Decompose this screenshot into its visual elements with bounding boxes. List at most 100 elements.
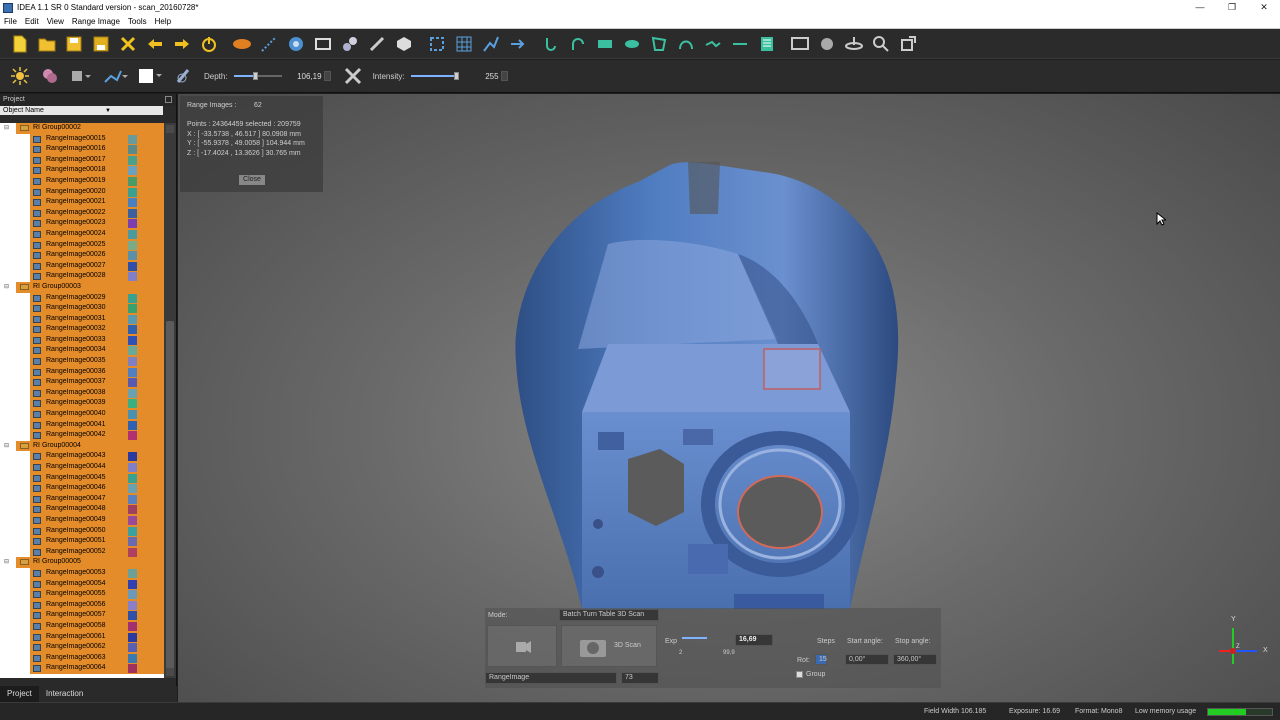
color-swatch[interactable] [128,304,137,314]
stop-angle-field[interactable]: 360,00° [893,654,937,665]
tree-item[interactable]: RangeImage00061 [0,631,164,643]
intensity-spinner[interactable] [500,71,508,81]
power-icon[interactable] [199,34,219,54]
tree-item[interactable]: RangeImage00021 [0,197,164,208]
steps-field[interactable]: 15 [815,654,827,665]
mode-select[interactable]: Batch Turn Table 3D Scan [559,609,659,621]
tree-item[interactable]: RangeImage00049 [0,514,164,526]
fit-view-icon[interactable] [898,34,918,54]
shading-icon[interactable] [40,66,60,86]
tree-item[interactable]: RangeImage00051 [0,536,164,547]
curve-hook-icon[interactable] [541,34,561,54]
new-file-icon[interactable] [10,34,30,54]
color-swatch[interactable] [128,187,137,197]
color-swatch[interactable] [128,452,137,462]
freeform-icon[interactable] [676,34,696,54]
tools-icon[interactable] [367,34,387,54]
tree-item[interactable]: RangeImage00050 [0,525,164,537]
zoom-icon[interactable] [871,34,891,54]
video-button[interactable] [487,625,557,667]
curve-arc-icon[interactable] [568,34,588,54]
tree-item[interactable]: RangeImage00036 [0,366,164,378]
tree-item[interactable]: RangeImage00026 [0,250,164,261]
color-swatch[interactable] [128,494,137,504]
tree-item[interactable]: RangeImage00016 [0,144,164,155]
color-swatch[interactable] [128,166,137,176]
color-swatch[interactable] [128,473,137,483]
tree-item[interactable]: RangeImage00054 [0,578,164,590]
tab-project[interactable]: Project [0,686,39,702]
tree-item[interactable]: RangeImage00038 [0,387,164,399]
target-number-field[interactable]: 73 [621,672,659,684]
tree-item[interactable]: RangeImage00020 [0,186,164,198]
intensity-value[interactable]: 255 [467,72,498,81]
group-checkbox[interactable] [796,671,803,678]
color-swatch[interactable] [128,526,137,536]
menu-view[interactable]: View [43,17,68,26]
menu-tools[interactable]: Tools [124,17,151,26]
screen-icon[interactable] [790,34,810,54]
exposure-field[interactable]: 16,69 [735,634,773,646]
scroll-thumb[interactable] [166,321,174,671]
save-as-icon[interactable] [91,34,111,54]
color-swatch[interactable] [128,621,137,631]
scan-object-icon[interactable] [232,34,252,54]
tree-item[interactable]: RangeImage00022 [0,207,164,219]
color-swatch[interactable] [128,251,137,261]
info-close-button[interactable]: Close [239,175,265,185]
tree-item[interactable]: RangeImage00032 [0,324,164,335]
color-swatch[interactable] [128,145,137,155]
color-swatch[interactable] [128,229,137,239]
color-swatch[interactable] [128,463,137,472]
tree-item[interactable]: RangeImage00028 [0,271,164,282]
color-swatch[interactable] [128,611,137,621]
color-swatch[interactable] [128,325,137,335]
tree-item[interactable]: RangeImage00044 [0,462,164,473]
depth-spinner[interactable] [323,71,331,81]
color-swatch[interactable] [128,198,137,208]
tree-item[interactable]: RangeImage00064 [0,663,164,674]
tree-item[interactable]: RangeImage00023 [0,218,164,229]
tree-group[interactable]: ⊟ RI Group00004 [0,440,164,452]
tree-item[interactable]: RangeImage00019 [0,175,164,187]
color-swatch[interactable] [128,600,137,610]
color-swatch[interactable] [128,537,137,547]
render-mode-icon[interactable] [102,66,128,86]
menu-edit[interactable]: Edit [21,17,43,26]
tree-item[interactable]: RangeImage00031 [0,313,164,325]
rectangle-icon[interactable] [595,34,615,54]
fan-icon[interactable] [817,34,837,54]
color-square-icon[interactable] [70,66,92,86]
color-swatch[interactable] [128,335,137,345]
point-cloud-icon[interactable] [259,34,279,54]
tree-item[interactable]: RangeImage00024 [0,228,164,240]
tree-item[interactable]: RangeImage00040 [0,409,164,420]
color-swatch[interactable] [128,420,137,430]
select-points-icon[interactable] [427,34,447,54]
maximize-button[interactable]: ❐ [1216,0,1248,15]
tree-item[interactable]: RangeImage00048 [0,504,164,515]
tree-item[interactable]: RangeImage00018 [0,165,164,176]
tree-item[interactable]: RangeImage00027 [0,260,164,272]
start-angle-field[interactable]: 0,00° [845,654,889,665]
tree-item[interactable]: RangeImage00039 [0,398,164,410]
color-swatch[interactable] [128,431,137,441]
color-swatch[interactable] [128,272,137,282]
tree-item[interactable]: RangeImage00055 [0,589,164,600]
exposure-slider[interactable] [682,637,707,639]
light-icon[interactable] [10,66,30,86]
tree-item[interactable]: RangeImage00037 [0,377,164,388]
arrow-icon[interactable] [508,34,528,54]
layers-icon[interactable] [757,34,777,54]
tree-item[interactable]: RangeImage00025 [0,239,164,251]
rotate-view-icon[interactable] [286,34,306,54]
filter-icon[interactable] [481,34,501,54]
color-swatch[interactable] [128,515,137,525]
color-swatch[interactable] [128,261,137,271]
menu-range-image[interactable]: Range Image [68,17,124,26]
polygon-icon[interactable] [649,34,669,54]
color-swatch[interactable] [128,155,137,165]
tree-item[interactable]: RangeImage00045 [0,472,164,484]
tree-item[interactable]: RangeImage00058 [0,620,164,632]
tree-item[interactable]: RangeImage00052 [0,546,164,558]
